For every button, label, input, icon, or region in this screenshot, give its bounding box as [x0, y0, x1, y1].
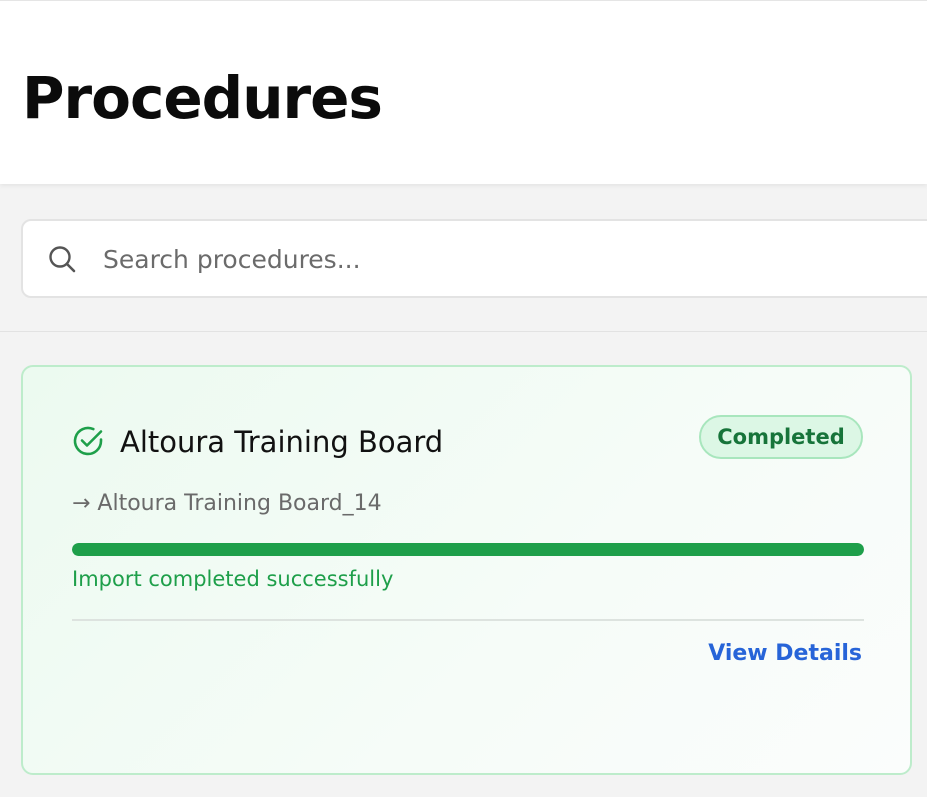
section-divider	[0, 331, 927, 332]
search-input[interactable]	[103, 237, 923, 281]
procedure-target: → Altoura Training Board_14	[72, 491, 382, 516]
procedure-title: Altoura Training Board	[120, 425, 444, 459]
search-box[interactable]	[21, 219, 927, 298]
card-divider	[72, 619, 864, 621]
status-badge: Completed	[699, 415, 863, 459]
page-header: Procedures	[0, 0, 927, 184]
progress-fill	[72, 543, 864, 556]
check-circle-icon	[71, 424, 105, 458]
progress-bar	[72, 543, 864, 556]
view-details-link[interactable]: View Details	[708, 641, 862, 666]
page-title: Procedures	[22, 64, 383, 132]
search-icon	[47, 244, 77, 274]
procedure-card: Altoura Training Board Completed → Altou…	[21, 365, 912, 775]
status-message: Import completed successfully	[72, 567, 394, 591]
